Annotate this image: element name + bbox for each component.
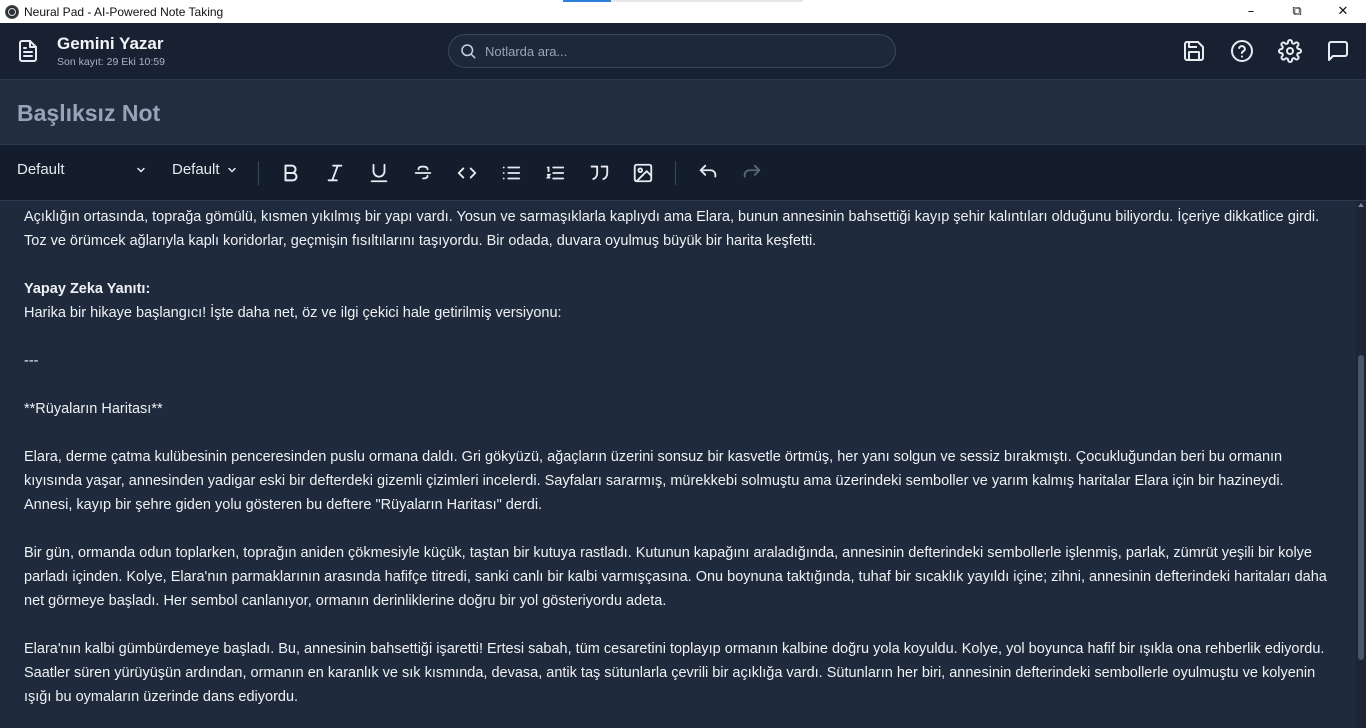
story-title: **Rüyaların Haritası** [24,401,163,417]
bold-icon [284,164,298,182]
undo-button[interactable] [694,159,722,187]
italic-icon [327,164,343,182]
save-icon [1184,41,1204,61]
font-family-value: Default [17,161,65,178]
redo-button[interactable] [738,159,766,187]
font-size-select[interactable]: Default [172,161,238,178]
window-titlebar: Neural Pad - AI-Powered Note Taking – ⧉ … [0,0,1366,23]
toolbar-divider [258,161,259,185]
redo-icon [743,164,761,178]
settings-icon [1278,39,1302,63]
paragraph: Bir gün, ormanda odun toplarken, toprağı… [24,545,1327,609]
note-editor[interactable]: Açıklığın ortasında, toprağa gömülü, kıs… [0,201,1356,728]
last-saved-status: Son kayıt: 29 Eki 10:59 [57,56,165,68]
help-icon [1231,40,1253,62]
underline-icon [370,163,388,183]
minimize-button[interactable]: – [1228,0,1274,23]
quote-button[interactable] [585,159,613,187]
italic-button[interactable] [321,159,349,187]
chevron-down-icon [227,167,236,173]
scrollbar-thumb[interactable] [1358,355,1364,660]
app-header: Gemini Yazar Son kayıt: 29 Eki 10:59 [0,23,1366,80]
app-name: Gemini Yazar [57,34,164,53]
scroll-up-arrow-icon[interactable] [1358,203,1364,207]
code-button[interactable] [453,159,481,187]
underline-button[interactable] [365,159,393,187]
bold-button[interactable] [277,159,305,187]
paragraph: Elara'nın kalbi gümbürdemeye başladı. Bu… [24,641,1325,705]
window-title: Neural Pad - AI-Powered Note Taking [24,4,224,19]
bullet-list-icon [502,166,521,180]
help-button[interactable] [1229,38,1255,64]
bullet-list-button[interactable] [497,159,525,187]
formatting-toolbar: Default Default [0,145,1366,201]
image-icon [633,163,653,183]
settings-button[interactable] [1277,38,1303,64]
search-icon [461,44,476,59]
editor-content[interactable]: Açıklığın ortasında, toprağa gömülü, kıs… [24,205,1329,709]
window-controls: – ⧉ ✕ [1228,0,1366,23]
ai-response-heading: Yapay Zeka Yanıtı: [24,281,151,297]
chat-icon [1328,41,1348,61]
app-logo-icon [5,4,19,19]
paragraph: Açıklığın ortasında, toprağa gömülü, kıs… [24,209,1320,249]
note-title[interactable]: Başlıksız Not [17,100,160,127]
paragraph: Elara, derme çatma kulübesinin penceresi… [24,449,1284,513]
strikethrough-icon [414,165,432,180]
code-icon [457,167,477,179]
divider-text: --- [24,353,39,369]
toolbar-divider [675,161,676,185]
maximize-button[interactable]: ⧉ [1274,0,1320,23]
search-box[interactable] [448,34,896,68]
loading-bar [563,0,803,2]
search-input[interactable] [485,43,885,59]
font-size-value: Default [172,161,220,178]
image-button[interactable] [629,159,657,187]
font-family-select[interactable]: Default [17,161,147,178]
undo-icon [699,164,717,178]
ai-response-intro: Harika bir hikaye başlangıcı! İşte daha … [24,305,562,321]
strikethrough-button[interactable] [409,159,437,187]
chevron-down-icon [137,167,145,173]
ordered-list-icon [545,166,565,180]
note-title-bar: Başlıksız Not [0,80,1366,145]
close-button[interactable]: ✕ [1320,0,1366,23]
document-icon[interactable] [16,39,40,63]
quote-icon [590,165,609,181]
chat-button[interactable] [1325,38,1351,64]
ordered-list-button[interactable] [541,159,569,187]
editor-scrollbar[interactable] [1356,201,1366,728]
save-button[interactable] [1181,38,1207,64]
